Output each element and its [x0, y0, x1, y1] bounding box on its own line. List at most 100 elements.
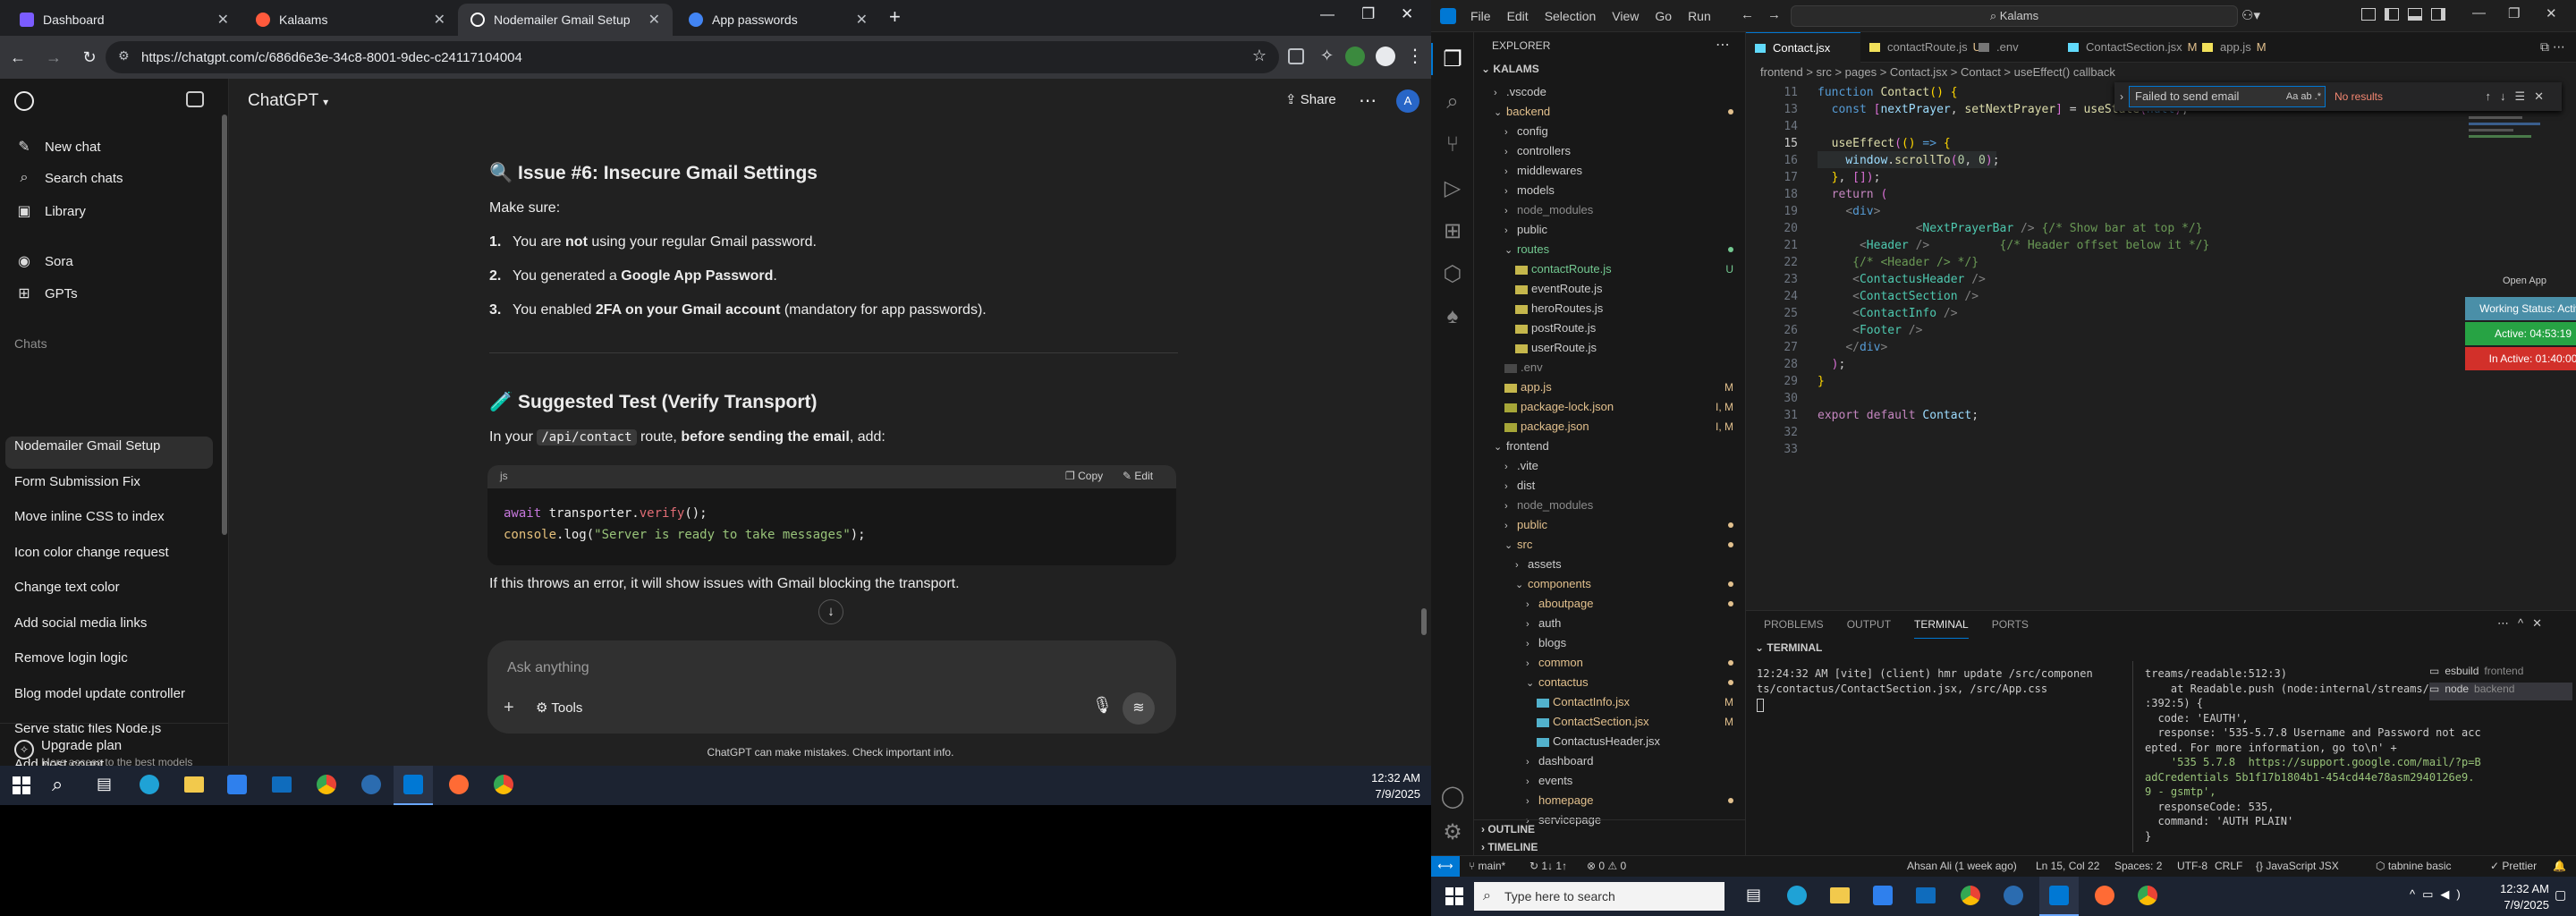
menu-item-file[interactable]: File — [1470, 9, 1491, 23]
chat-item[interactable]: Remove login logic — [14, 650, 128, 666]
git-blame[interactable]: Ahsan Ali (1 week ago) — [1907, 860, 2017, 872]
tree-item-aboutpage[interactable]: › aboutpage — [1526, 594, 1733, 614]
tree-item--env[interactable]: .env — [1504, 358, 1733, 377]
cursor-position[interactable]: Ln 15, Col 22 — [2036, 860, 2099, 872]
nav-forward-icon[interactable]: → — [1767, 7, 1781, 22]
mongodb-leaf-icon[interactable]: ♠ — [1431, 304, 1474, 329]
file-explorer-icon[interactable] — [1830, 887, 1850, 903]
copy-button[interactable]: ❐ Copy — [1065, 470, 1103, 482]
account-icon[interactable]: ◯ — [1431, 784, 1474, 810]
mail-icon[interactable] — [272, 776, 292, 793]
chat-item[interactable]: Nodemailer Gmail Setup — [14, 438, 160, 454]
close-icon[interactable]: ✕ — [434, 11, 445, 29]
browser-tab-app-passwords[interactable]: App passwords ✕ — [676, 4, 880, 36]
chat-item[interactable]: Add social media links — [14, 615, 147, 631]
find-input[interactable]: Failed to send email Aa ab .* — [2129, 86, 2326, 107]
search-icon[interactable]: ⌕ — [1431, 89, 1474, 114]
file-explorer-icon[interactable] — [184, 776, 204, 793]
tree-item-config[interactable]: › config — [1504, 122, 1733, 141]
tree-item-contactinfo-jsx[interactable]: ContactInfo.jsx M — [1537, 692, 1733, 712]
notifications-bell-icon[interactable]: 🔔 — [2553, 860, 2566, 872]
attach-plus-icon[interactable]: + — [504, 698, 514, 718]
encoding[interactable]: UTF-8 — [2177, 860, 2207, 872]
tree-item-src[interactable]: ⌄ src — [1504, 535, 1733, 555]
back-arrow-icon[interactable]: ← — [5, 48, 30, 67]
workspace-root[interactable]: ⌄ KALAMS — [1481, 63, 1539, 75]
search-icon[interactable]: ⌕ — [52, 773, 63, 796]
close-icon[interactable]: ✕ — [648, 11, 660, 29]
main-scrollbar[interactable] — [1421, 608, 1427, 635]
menu-item-selection[interactable]: Selection — [1545, 9, 1597, 23]
share-button[interactable]: ⇪ Share — [1285, 91, 1336, 107]
tree-item-controllers[interactable]: › controllers — [1504, 141, 1733, 161]
tree-item-postroute-js[interactable]: postRoute.js — [1515, 318, 1733, 338]
sora-button[interactable]: ◉ Sora — [14, 252, 73, 270]
menu-item-view[interactable]: View — [1612, 9, 1639, 23]
tree-item-package-lock-json[interactable]: package-lock.json I, M — [1504, 397, 1733, 417]
edit-button[interactable]: ✎ Edit — [1123, 470, 1153, 482]
windows-start-icon[interactable] — [1445, 887, 1463, 905]
nav-back-icon[interactable]: ← — [1741, 7, 1754, 22]
tree-item-node-modules[interactable]: › node_modules — [1504, 200, 1733, 220]
panel-tab-problems[interactable]: PROBLEMS — [1764, 611, 1824, 638]
explorer-more-icon[interactable]: ⋯ — [1716, 36, 1730, 54]
chrome-icon[interactable] — [494, 775, 513, 794]
windows-start-icon[interactable] — [13, 776, 30, 794]
language-mode[interactable]: {} JavaScript JSX — [2256, 860, 2339, 872]
clock[interactable]: 12:32 AM 7/9/2025 — [1360, 771, 1420, 801]
new-chat-button[interactable]: ✎ New chat — [14, 138, 100, 156]
manage-gear-icon[interactable]: ⚙ — [1431, 819, 1474, 845]
tree-item-routes[interactable]: ⌄ routes — [1504, 240, 1733, 259]
tree-item--vite[interactable]: › .vite — [1504, 456, 1733, 476]
tree-item-node-modules[interactable]: › node_modules — [1504, 496, 1733, 515]
sync-status[interactable]: ↻ 1↓ 1↑ — [1530, 860, 1567, 872]
tab-contact-jsx[interactable]: Contact.jsx — [1746, 32, 1860, 63]
extension-icon[interactable] — [1288, 48, 1304, 64]
mail-icon[interactable] — [1916, 887, 1936, 903]
extensions-icon[interactable]: ⊞ — [1431, 218, 1474, 244]
user-avatar[interactable]: A — [1396, 89, 1419, 113]
tree-item-components[interactable]: ⌄ components — [1515, 574, 1733, 594]
run-debug-icon[interactable]: ▷ — [1431, 175, 1474, 201]
branch-indicator[interactable]: ⑂ main* — [1469, 860, 1505, 872]
open-app-button[interactable]: Open App — [2503, 276, 2546, 286]
code-editor[interactable]: 11 13 14 15 16 17 18 19 20 21 22 23 24 25 26 27 28 29 30 31… — [1746, 82, 2576, 610]
toggle-panel-icon[interactable] — [2408, 8, 2422, 21]
vscode-taskbar-active[interactable] — [2039, 877, 2079, 916]
account-avatar-icon[interactable] — [1376, 47, 1395, 66]
window-close-icon[interactable]: ✕ — [1401, 5, 1413, 23]
postman-icon[interactable] — [2095, 886, 2114, 905]
tree-item-userroute-js[interactable]: userRoute.js — [1515, 338, 1733, 358]
model-selector[interactable]: ChatGPT ▾ — [248, 91, 328, 111]
remote-indicator-icon[interactable]: ⟷ — [1431, 856, 1460, 877]
browser-tab-kalaams[interactable]: Kalaams ✕ — [243, 4, 458, 36]
chat-item[interactable]: Move inline CSS to index — [14, 509, 165, 524]
notification-center-icon[interactable]: ▢ — [2555, 887, 2566, 903]
store-icon[interactable] — [227, 775, 247, 794]
tab-contactsection-jsx[interactable]: ContactSection.jsx M — [2059, 32, 2198, 63]
vscode-taskbar-active[interactable] — [394, 766, 433, 805]
tree-item-backend[interactable]: ⌄ backend — [1494, 102, 1733, 122]
task-view-icon[interactable]: ▤ — [97, 775, 112, 793]
panel-tab-output[interactable]: OUTPUT — [1847, 611, 1891, 638]
source-control-icon[interactable]: ⑂ — [1431, 132, 1474, 157]
tree-item-contactroute-js[interactable]: contactRoute.js U — [1515, 259, 1733, 279]
copilot-icon[interactable]: ⚇▾ — [2241, 7, 2260, 23]
profile-avatar-icon[interactable] — [1345, 47, 1365, 66]
remote-icon[interactable]: ⬡ — [1431, 261, 1474, 287]
chat-item[interactable]: Icon color change request — [14, 545, 169, 560]
tools-button[interactable]: ⚙ Tools — [536, 700, 582, 716]
gpts-button[interactable]: ⊞ GPTs — [14, 284, 77, 302]
breadcrumb[interactable]: frontend > src > pages > Contact.jsx > C… — [1746, 63, 2576, 82]
maximize-icon[interactable]: ❐ — [1361, 5, 1375, 23]
find-nav-icons[interactable]: ↑↓☰✕ — [2485, 89, 2553, 104]
voice-mode-icon[interactable]: ≋ — [1123, 692, 1155, 725]
forward-arrow-icon[interactable]: → — [41, 48, 66, 67]
app-icon[interactable] — [361, 775, 381, 794]
library-button[interactable]: ▣ Library — [14, 202, 85, 220]
command-search[interactable]: ⌕ Kalams — [1791, 5, 2238, 27]
puzzle-extensions-icon[interactable]: ✧ — [1320, 47, 1334, 65]
tree-item--vscode[interactable]: › .vscode — [1494, 82, 1733, 102]
tree-item-contactus[interactable]: ⌄ contactus — [1526, 673, 1733, 692]
toggle-secondary-icon[interactable] — [2431, 8, 2445, 21]
